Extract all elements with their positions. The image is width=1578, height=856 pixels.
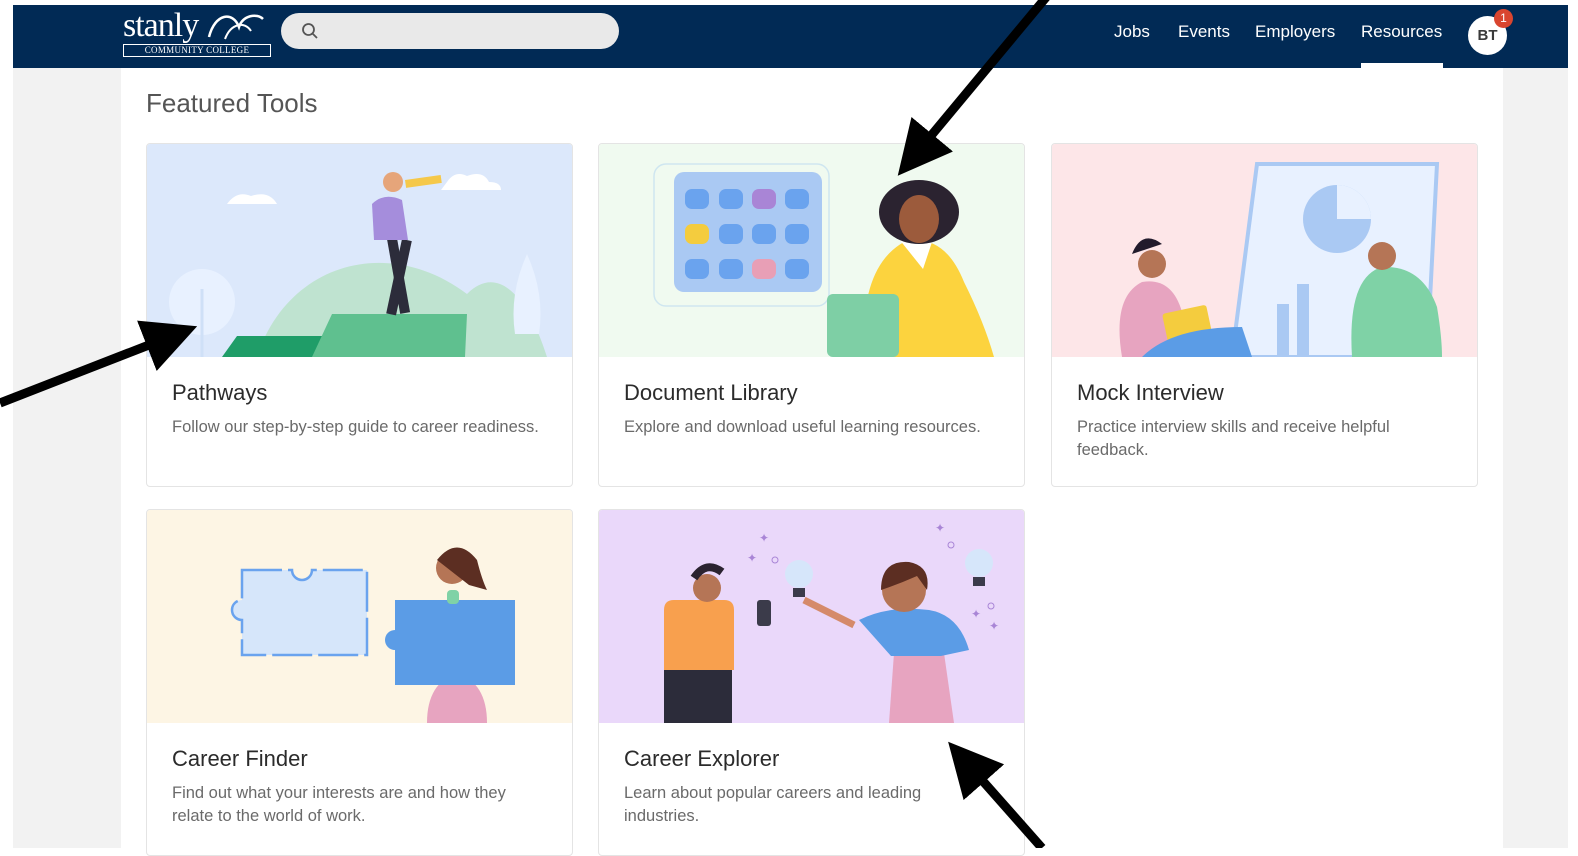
card-description: Find out what your interests are and how… <box>172 784 506 825</box>
card-description: Follow our step-by-step guide to career … <box>172 418 539 436</box>
document-library-illustration <box>599 144 1024 357</box>
top-navbar: stanly COMMUNITY COLLEGE Jobs Events Emp… <box>13 5 1568 68</box>
mock-interview-illustration <box>1052 144 1477 357</box>
nav-events[interactable]: Events <box>1178 22 1230 42</box>
search-input[interactable] <box>281 13 619 49</box>
career-explorer-illustration: ✦ ✦ ✦ ✦ ✦ <box>599 510 1024 723</box>
nav-jobs[interactable]: Jobs <box>1114 22 1150 42</box>
card-title[interactable]: Pathways <box>172 380 267 406</box>
nav-employers[interactable]: Employers <box>1255 22 1335 42</box>
search-icon <box>302 23 318 39</box>
card-description: Explore and download useful learning res… <box>624 418 981 436</box>
tool-card-pathways[interactable]: Pathways Follow our step-by-step guide t… <box>146 143 573 487</box>
nav-resources[interactable]: Resources <box>1361 22 1442 42</box>
svg-text:✦: ✦ <box>989 619 999 633</box>
tool-card-career-explorer[interactable]: ✦ ✦ ✦ ✦ ✦ Career Explorer Learn about popula… <box>598 509 1025 856</box>
svg-text:✦: ✦ <box>759 531 769 545</box>
card-title[interactable]: Document Library <box>624 380 798 406</box>
card-title[interactable]: Career Explorer <box>624 746 779 772</box>
card-description: Practice interview skills and receive he… <box>1077 418 1390 459</box>
logo-swoosh-icon <box>207 14 264 40</box>
logo-wordmark: stanly <box>123 7 199 44</box>
pathways-illustration <box>147 144 572 357</box>
tool-card-mock-interview[interactable]: Mock Interview Practice interview skills… <box>1051 143 1478 487</box>
card-title[interactable]: Mock Interview <box>1077 380 1224 406</box>
logo-subtitle: COMMUNITY COLLEGE <box>123 44 271 57</box>
career-finder-illustration <box>147 510 572 723</box>
notification-badge[interactable]: 1 <box>1494 9 1513 28</box>
card-description: Learn about popular careers and leading … <box>624 784 922 825</box>
card-title[interactable]: Career Finder <box>172 746 308 772</box>
svg-text:✦: ✦ <box>935 521 945 535</box>
section-title: Featured Tools <box>146 88 318 118</box>
tool-card-career-finder[interactable]: Career Finder Find out what your interes… <box>146 509 573 856</box>
college-logo[interactable]: stanly COMMUNITY COLLEGE <box>123 7 271 57</box>
svg-text:✦: ✦ <box>747 551 757 565</box>
tool-card-document-library[interactable]: Document Library Explore and download us… <box>598 143 1025 487</box>
active-nav-indicator <box>1361 63 1443 68</box>
svg-text:✦: ✦ <box>971 607 981 621</box>
